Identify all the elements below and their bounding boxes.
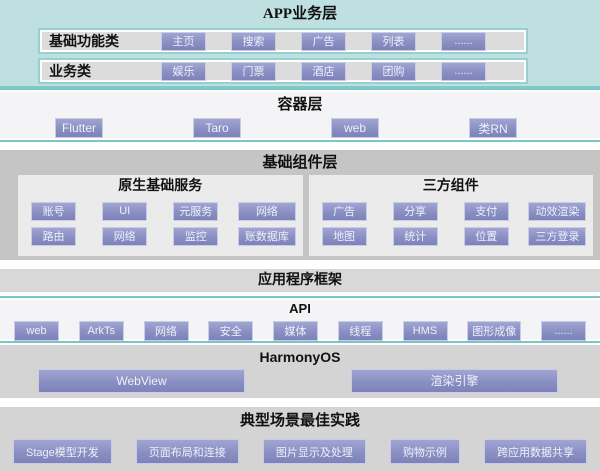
diagram-node-chip: 动效渲染 — [528, 202, 586, 221]
row-label-basic-functions: 基础功能类 — [49, 31, 161, 51]
diagram-node-chip: 位置 — [464, 227, 509, 246]
panel-native-services: 原生基础服务 账号UI元服务网络 路由网络监控账数据库 — [18, 175, 303, 256]
native-services-row-1: 账号 UI 元服务 网络 — [18, 202, 303, 221]
diagram-node-chip: 门票 — [231, 62, 276, 81]
spacer — [0, 142, 600, 150]
diagram-node-chip: ...... — [541, 321, 586, 341]
diagram-node-chip: 账号 — [31, 202, 76, 221]
diagram-node-chip: 页面布局和连接 — [136, 439, 239, 464]
diagram-node-chip: 网络 — [238, 202, 296, 221]
section-harmonyos-layer: HarmonyOS WebView 渲染引擎 — [0, 345, 600, 398]
section-framework-layer: 应用程序框架 — [0, 269, 600, 292]
diagram-node-chip: 三方登录 — [528, 227, 586, 246]
diagram-node-chip: 图片显示及处理 — [263, 439, 366, 464]
diagram-node-chip: HMS — [403, 321, 448, 341]
third-party-row-1: 广告 分享 支付动效渲染 — [309, 202, 594, 221]
container-layer-title: 容器层 — [0, 96, 600, 114]
diagram-node-chip: 媒体 — [273, 321, 318, 341]
diagram-node-chip: ...... — [441, 32, 486, 51]
section-best-practices: 典型场景最佳实践 Stage模型开发页面布局和连接图片显示及处理购物示例跨应用数… — [0, 407, 600, 471]
best-practice-chips: Stage模型开发页面布局和连接图片显示及处理购物示例跨应用数据共享 — [0, 439, 600, 464]
diagram-node-chip: 列表 — [371, 32, 416, 51]
panel-native-services-title: 原生基础服务 — [18, 179, 303, 196]
row-label-business: 业务类 — [49, 61, 161, 81]
basic-function-chips: 主页 搜索 广告 列表...... — [161, 32, 486, 51]
third-party-row-2: 地图 统计 位置三方登录 — [309, 227, 594, 246]
section-container-layer: 容器层 Flutter Taro web 类RN — [0, 88, 600, 142]
diagram-node-chip: 跨应用数据共享 — [484, 439, 587, 464]
diagram-node-chip: ...... — [441, 62, 486, 81]
diagram-node-chip: 主页 — [161, 32, 206, 51]
api-layer-title: API — [0, 301, 600, 317]
diagram-node-chip: 广告 — [322, 202, 367, 221]
diagram-node-chip: 监控 — [173, 227, 218, 246]
diagram-node-chip: 网络 — [144, 321, 189, 341]
section-components-layer: 基础组件层 原生基础服务 账号UI元服务网络 路由网络监控账数据库 三方组件 广… — [0, 150, 600, 260]
diagram-node-chip: UI — [102, 202, 147, 221]
diagram-node-chip: 广告 — [301, 32, 346, 51]
harmonyos-layer-title: HarmonyOS — [0, 349, 600, 366]
app-row-business: 业务类 娱乐 门票 酒店 团购...... — [38, 58, 528, 84]
business-chips: 娱乐 门票 酒店 团购...... — [161, 62, 486, 81]
framework-layer-title: 应用程序框架 — [0, 269, 600, 292]
diagram-node-chip: WebView — [38, 369, 245, 393]
container-chips: Flutter Taro web 类RN — [0, 118, 600, 138]
panel-third-party-title: 三方组件 — [309, 179, 594, 196]
diagram-node-chip: 安全 — [208, 321, 253, 341]
diagram-node-chip: web — [331, 118, 379, 138]
best-practices-title: 典型场景最佳实践 — [0, 412, 600, 430]
diagram-node-chip: 图形成像 — [467, 321, 521, 341]
diagram-node-chip: 元服务 — [173, 202, 218, 221]
diagram-node-chip: 统计 — [393, 227, 438, 246]
diagram-node-chip: Taro — [193, 118, 241, 138]
diagram-node-chip: 购物示例 — [390, 439, 460, 464]
diagram-node-chip: Flutter — [55, 118, 103, 138]
diagram-node-chip: 娱乐 — [161, 62, 206, 81]
app-row-basic-functions: 基础功能类 主页 搜索 广告 列表...... — [38, 28, 528, 54]
diagram-node-chip: 渲染引擎 — [351, 369, 558, 393]
diagram-node-chip: 线程 — [338, 321, 383, 341]
diagram-node-chip: 分享 — [393, 202, 438, 221]
component-panels: 原生基础服务 账号UI元服务网络 路由网络监控账数据库 三方组件 广告分享支付动… — [18, 175, 593, 256]
section-app-layer: APP业务层 基础功能类 主页 搜索 广告 列表...... 业务类 娱乐 门票 酒店 团购… — [0, 0, 600, 88]
diagram-node-chip: 路由 — [31, 227, 76, 246]
diagram-node-chip: 搜索 — [231, 32, 276, 51]
app-layer-title: APP业务层 — [0, 5, 600, 23]
diagram-node-chip: ArkTs — [79, 321, 124, 341]
diagram-node-chip: 类RN — [469, 118, 517, 138]
diagram-node-chip: 酒店 — [301, 62, 346, 81]
diagram-node-chip: 账数据库 — [238, 227, 296, 246]
section-api-layer: API web ArkTs 网络安全媒体线程 HMS 图形成像...... — [0, 296, 600, 343]
diagram-node-chip: 地图 — [322, 227, 367, 246]
diagram-node-chip: web — [14, 321, 59, 341]
panel-third-party: 三方组件 广告 分享 支付动效渲染 地图 统计 位置三方登录 — [309, 175, 594, 256]
components-layer-title: 基础组件层 — [0, 154, 600, 172]
diagram-node-chip: 网络 — [102, 227, 147, 246]
spacer — [0, 398, 600, 407]
api-chips: web ArkTs 网络安全媒体线程 HMS 图形成像...... — [0, 321, 600, 341]
diagram-node-chip: 团购 — [371, 62, 416, 81]
spacer — [0, 260, 600, 269]
native-services-row-2: 路由 网络 监控 账数据库 — [18, 227, 303, 246]
harmonyos-chips: WebView 渲染引擎 — [0, 369, 600, 393]
architecture-diagram: APP业务层 基础功能类 主页搜索广告列表...... 业务类 娱乐门票酒店团购… — [0, 0, 600, 471]
diagram-node-chip: 支付 — [464, 202, 509, 221]
diagram-node-chip: Stage模型开发 — [13, 439, 112, 464]
